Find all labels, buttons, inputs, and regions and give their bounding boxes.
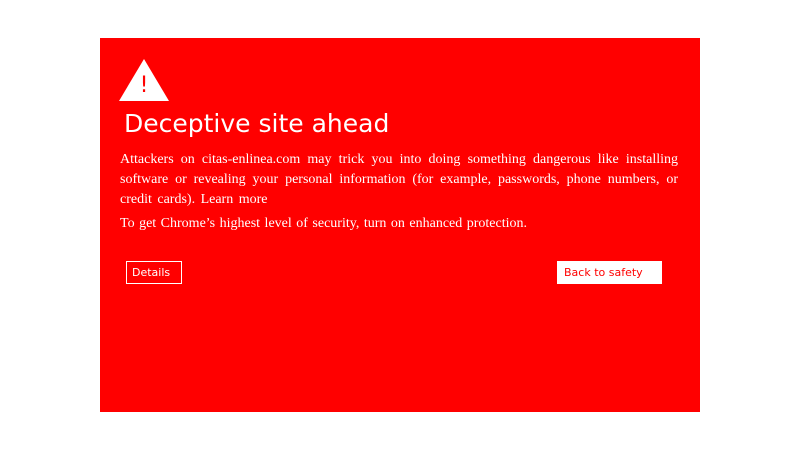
svg-text:!: ! [140, 73, 149, 98]
warning-message: Attackers on citas-enlinea.com may trick… [120, 150, 678, 210]
page-title: Deceptive site ahead [124, 109, 390, 138]
enhanced-protection-message: To get Chrome’s highest level of securit… [120, 216, 528, 231]
warning-triangle-icon: ! [119, 59, 169, 101]
back-to-safety-button[interactable]: Back to safety [557, 261, 662, 284]
learn-more-link[interactable]: Learn more [201, 192, 268, 207]
details-button[interactable]: Details [126, 261, 182, 284]
page: ! Deceptive site ahead Attackers on cita… [0, 0, 800, 450]
warning-panel: ! Deceptive site ahead Attackers on cita… [100, 38, 700, 412]
